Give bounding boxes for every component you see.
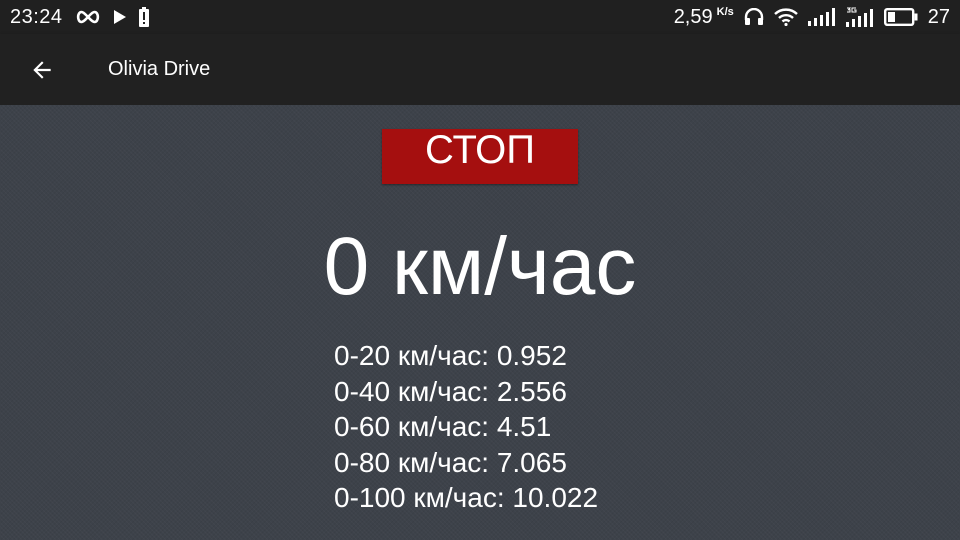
- signal-icon: [807, 8, 836, 26]
- result-0-40: 0-40 км/час: 2.556: [334, 375, 567, 407]
- status-bar: 23:24 2,59 K/s 27: [0, 0, 960, 34]
- status-left: 23:24: [10, 6, 149, 29]
- result-0-60: 0-60 км/час: 4.51: [334, 411, 552, 442]
- network-speed-value: 2,59: [673, 5, 713, 28]
- status-time: 23:24: [10, 5, 63, 28]
- battery-icon: [883, 8, 918, 26]
- battery-percent: 27: [927, 5, 950, 28]
- stop-button[interactable]: СТОП: [382, 129, 578, 184]
- infinity-icon: [75, 10, 101, 24]
- main-content: СТОП 0 км/час 0-20 км/час: 0.952 0-40 км…: [0, 105, 960, 540]
- result-0-100: 0-100 км/час: 10.022: [334, 482, 599, 513]
- network-speed: 2,59 K/s: [674, 6, 734, 29]
- result-0-20: 0-20 км/час: 0.952: [334, 340, 567, 371]
- battery-alert-icon: [138, 7, 149, 27]
- app-title: Olivia Drive: [108, 58, 211, 80]
- headphones-icon: [744, 8, 764, 26]
- arrow-back-icon: [29, 57, 55, 83]
- play-icon: [113, 9, 127, 25]
- network-speed-unit: K/s: [716, 5, 734, 18]
- speed-display: 0 км/час: [323, 221, 637, 312]
- acceleration-results: 0-20 км/час: 0.952 0-40 км/час: 2.556 0-…: [334, 338, 598, 516]
- wifi-icon: [773, 8, 798, 26]
- result-0-80: 0-80 км/час: 7.065: [334, 446, 567, 478]
- app-bar: Olivia Drive: [0, 34, 960, 105]
- signal-3g-icon: [845, 7, 874, 27]
- back-button[interactable]: [18, 46, 66, 94]
- status-right: 2,59 K/s 27: [674, 6, 950, 29]
